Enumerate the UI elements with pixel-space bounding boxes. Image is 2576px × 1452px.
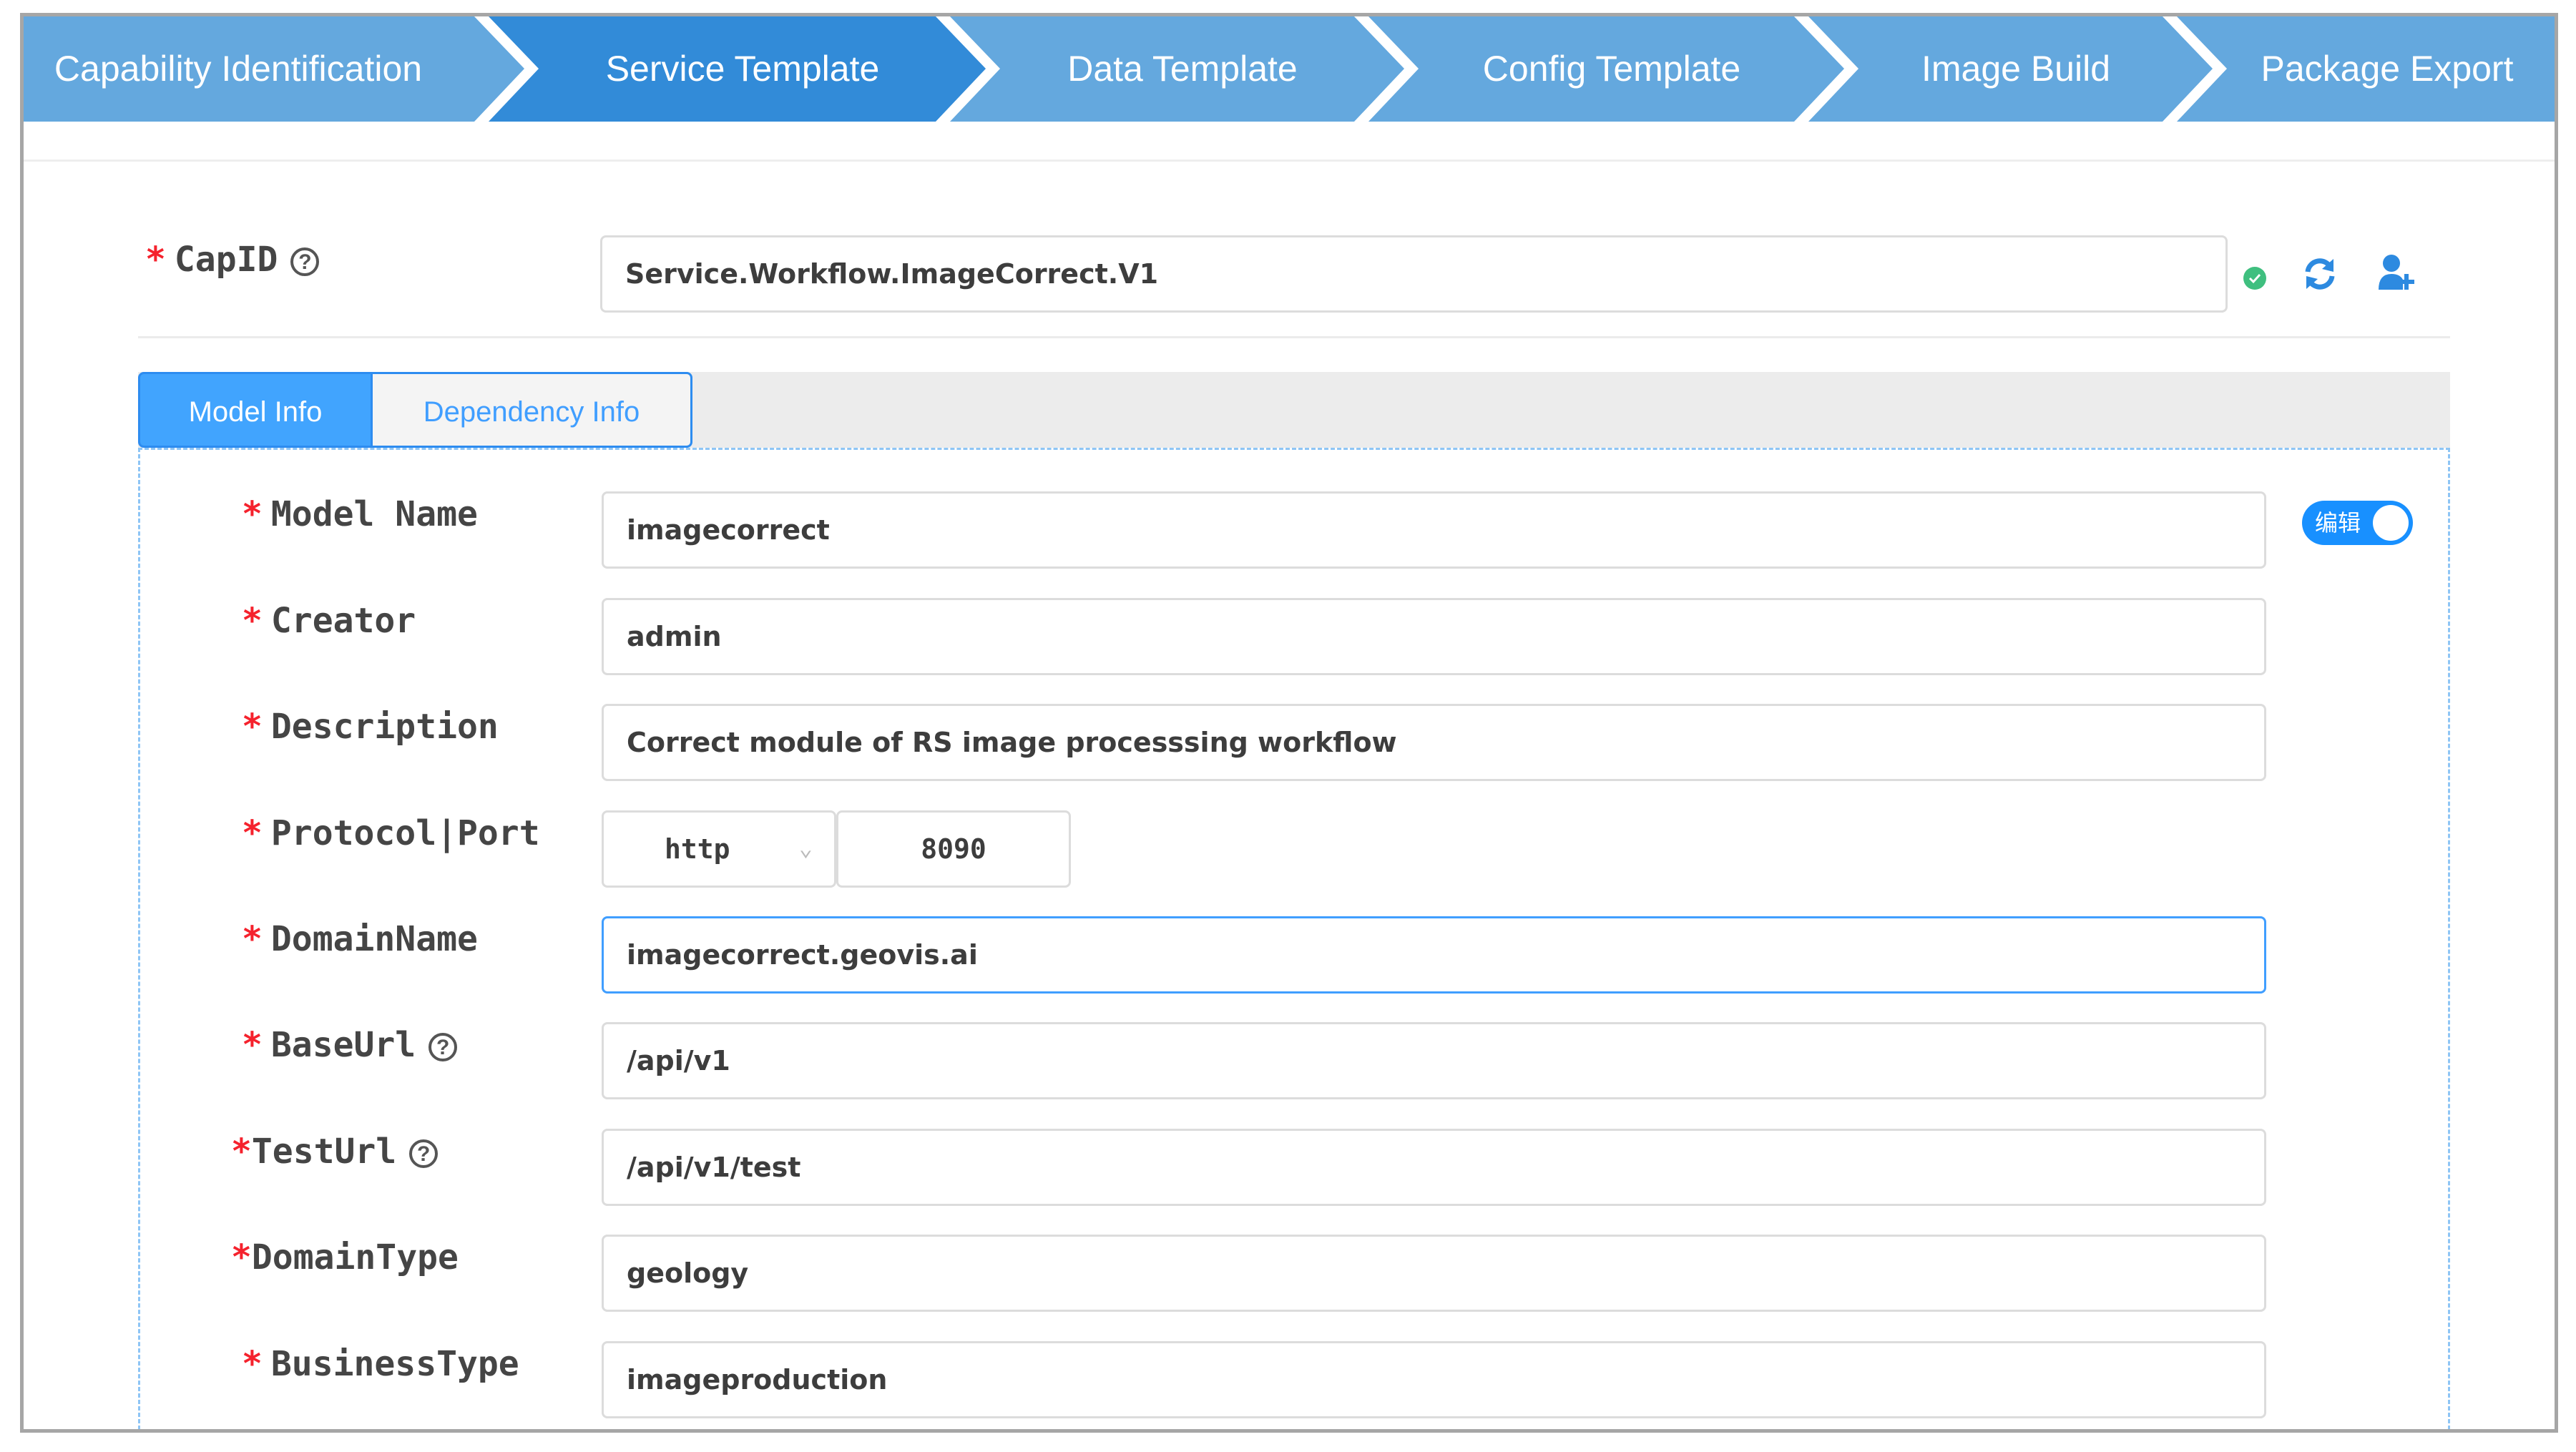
required-mark: *: [242, 601, 263, 641]
header-divider: [24, 160, 2555, 162]
field-text: 8090: [921, 833, 986, 865]
port-input[interactable]: 8090: [836, 810, 1071, 888]
field-text: BaseUrl: [270, 1025, 416, 1065]
step-service-template[interactable]: Service Template: [524, 16, 961, 122]
field-text: imagecorrect.geovis.ai: [627, 939, 978, 971]
creator-label: * Creator: [242, 601, 416, 641]
protocol-select[interactable]: http ⌄: [602, 810, 836, 888]
edit-toggle[interactable]: 编辑: [2302, 501, 2413, 545]
tab-dependency-info[interactable]: Dependency Info: [373, 372, 692, 448]
required-mark: *: [242, 813, 263, 853]
required-mark: *: [242, 1344, 263, 1384]
help-icon[interactable]: ?: [428, 1033, 458, 1061]
field-text: DomainType: [251, 1237, 459, 1277]
step-image-build[interactable]: Image Build: [1844, 16, 2188, 122]
field-text: Model Name: [270, 494, 478, 534]
required-mark: *: [231, 1132, 252, 1172]
base-url-label: * BaseUrl?: [242, 1025, 458, 1065]
edit-toggle-label: 编辑: [2315, 509, 2361, 536]
field-text: admin: [627, 621, 722, 652]
refresh-icon[interactable]: [2302, 256, 2338, 292]
field-text: Creator: [270, 601, 416, 641]
step-data-template[interactable]: Data Template: [986, 16, 1379, 122]
domain-name-input[interactable]: imagecorrect.geovis.ai: [602, 916, 2266, 994]
business-type-label: * BusinessType: [242, 1344, 519, 1384]
field-text: http: [665, 833, 730, 865]
app-frame: Capability Identification Service Templa…: [20, 13, 2558, 1433]
capid-divider: [138, 336, 2450, 338]
chevron-down-icon: ⌄: [798, 834, 813, 861]
field-text: /api/v1: [627, 1045, 730, 1076]
field-text: Description: [270, 707, 499, 747]
model-name-input[interactable]: imagecorrect: [602, 491, 2266, 569]
field-text: imagecorrect: [627, 514, 830, 546]
field-text: Correct module of RS image processsing w…: [627, 727, 1397, 758]
tab-model-info[interactable]: Model Info: [138, 372, 373, 448]
field-text: Protocol|Port: [270, 813, 540, 853]
field-text: CapID: [174, 240, 278, 280]
help-icon[interactable]: ?: [409, 1139, 439, 1168]
model-name-label: * Model Name: [242, 494, 478, 534]
required-mark: *: [242, 919, 263, 959]
field-text: /api/v1/test: [627, 1152, 801, 1183]
description-label: * Description: [242, 707, 499, 747]
check-circle-icon: [2243, 267, 2266, 290]
capid-label: * CapID?: [145, 240, 320, 280]
step-package-export[interactable]: Package Export: [2213, 16, 2555, 122]
required-mark: *: [231, 1237, 252, 1277]
creator-input[interactable]: admin: [602, 598, 2266, 675]
test-url-input[interactable]: /api/v1/test: [602, 1129, 2266, 1206]
test-url-label: *TestUrl?: [231, 1132, 439, 1172]
domain-name-label: * DomainName: [242, 919, 478, 959]
step-capability-identification[interactable]: Capability Identification: [24, 16, 453, 122]
required-mark: *: [145, 240, 166, 280]
required-mark: *: [242, 494, 263, 534]
field-text: geology: [627, 1257, 749, 1289]
protocol-port-label: * Protocol|Port: [242, 813, 540, 853]
domain-type-input[interactable]: geology: [602, 1235, 2266, 1312]
field-text: TestUrl: [251, 1132, 397, 1172]
user-plus-icon[interactable]: [2377, 252, 2420, 292]
field-text: imageproduction: [627, 1364, 888, 1395]
required-mark: *: [242, 1025, 263, 1065]
description-input[interactable]: Correct module of RS image processsing w…: [602, 704, 2266, 781]
field-text: Service.Workflow.ImageCorrect.V1: [625, 258, 1159, 290]
toggle-knob: [2373, 505, 2409, 541]
required-mark: *: [242, 707, 263, 747]
step-config-template[interactable]: Config Template: [1404, 16, 1819, 122]
tab-bar: Model Info Dependency Info: [138, 372, 2450, 448]
domain-type-label: *DomainType: [231, 1237, 459, 1277]
step-bar: Capability Identification Service Templa…: [24, 16, 2555, 122]
base-url-input[interactable]: /api/v1: [602, 1022, 2266, 1099]
field-text: DomainName: [270, 919, 478, 959]
capid-input[interactable]: Service.Workflow.ImageCorrect.V1: [600, 235, 2228, 313]
field-text: BusinessType: [270, 1344, 519, 1384]
business-type-input[interactable]: imageproduction: [602, 1341, 2266, 1418]
help-icon[interactable]: ?: [290, 247, 320, 276]
